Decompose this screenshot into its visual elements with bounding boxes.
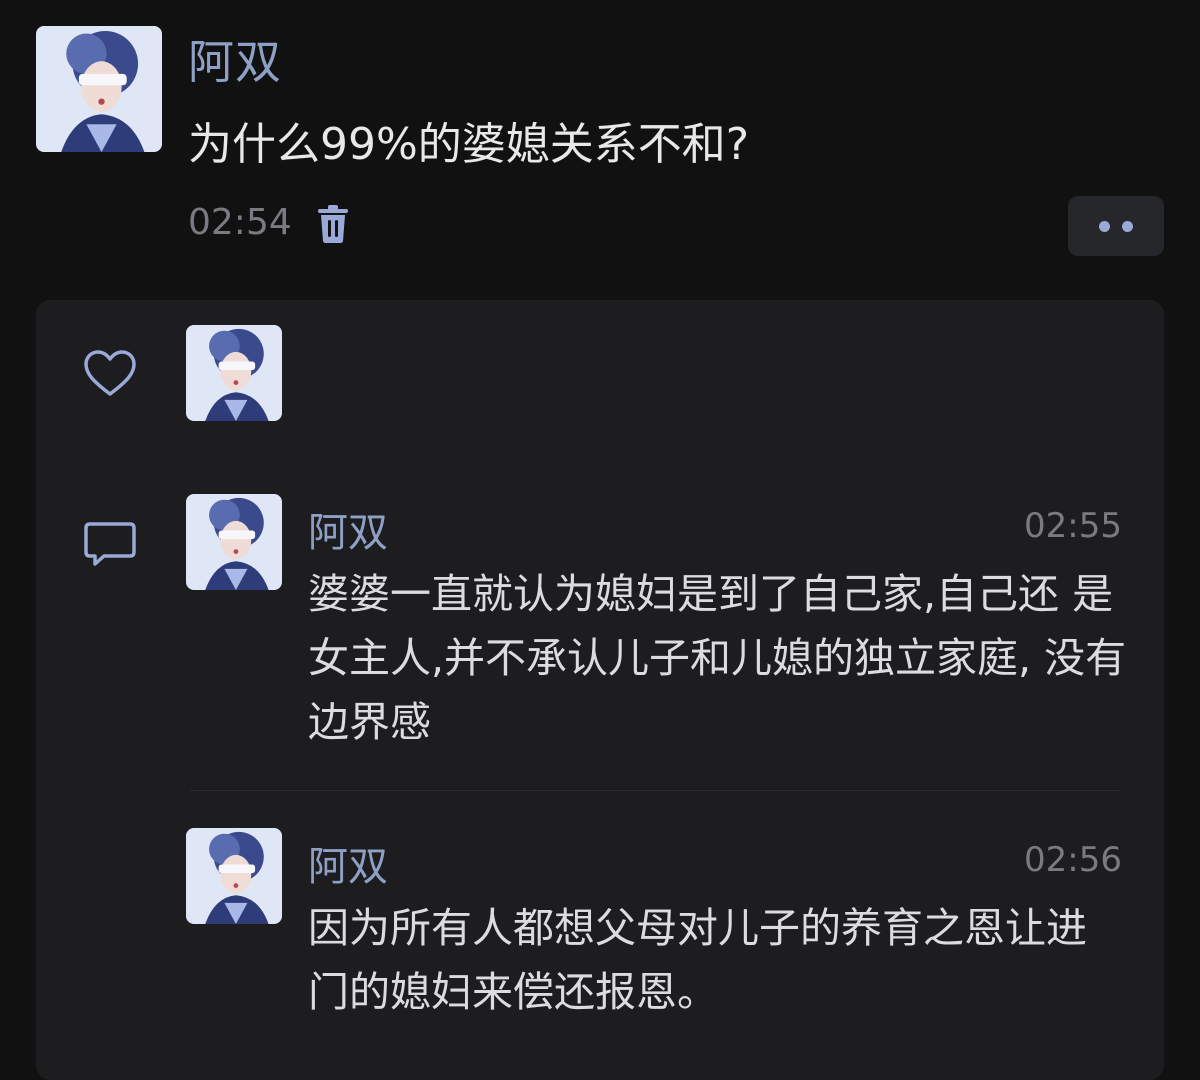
trash-icon[interactable]: [316, 204, 350, 244]
comment-author-name[interactable]: 阿双: [308, 834, 388, 892]
comment-divider: [190, 790, 1120, 791]
post-text: 为什么99%的婆媳关系不和?: [188, 119, 750, 170]
more-options-button[interactable]: [1068, 196, 1164, 256]
comment-text: 因为所有人都想父母对儿子的养育之恩让进 门的媳妇来偿还报恩。: [308, 904, 1087, 1016]
comment-avatar[interactable]: [186, 828, 282, 924]
comment-avatar[interactable]: [186, 494, 282, 590]
avatar-image: [36, 26, 162, 152]
avatar-image: [186, 325, 282, 421]
heart-icon[interactable]: [82, 348, 138, 398]
comment-bubble-icon[interactable]: [82, 520, 138, 568]
comment-author-name[interactable]: 阿双: [308, 500, 388, 558]
comment-text: 婆婆一直就认为媳妇是到了自己家,自己还 是女主人,并不承认儿子和儿媳的独立家庭,…: [308, 570, 1127, 746]
liker-avatar[interactable]: [186, 325, 282, 421]
avatar-image: [186, 494, 282, 590]
avatar-image: [186, 828, 282, 924]
comment-timestamp: 02:55: [1024, 506, 1122, 546]
post-author-name[interactable]: 阿双: [188, 26, 282, 92]
post-timestamp: 02:54: [188, 202, 292, 243]
comment-timestamp: 02:56: [1024, 840, 1122, 880]
more-dots-icon: [1122, 221, 1133, 232]
post-author-avatar[interactable]: [36, 26, 162, 152]
more-dots-icon: [1099, 221, 1110, 232]
